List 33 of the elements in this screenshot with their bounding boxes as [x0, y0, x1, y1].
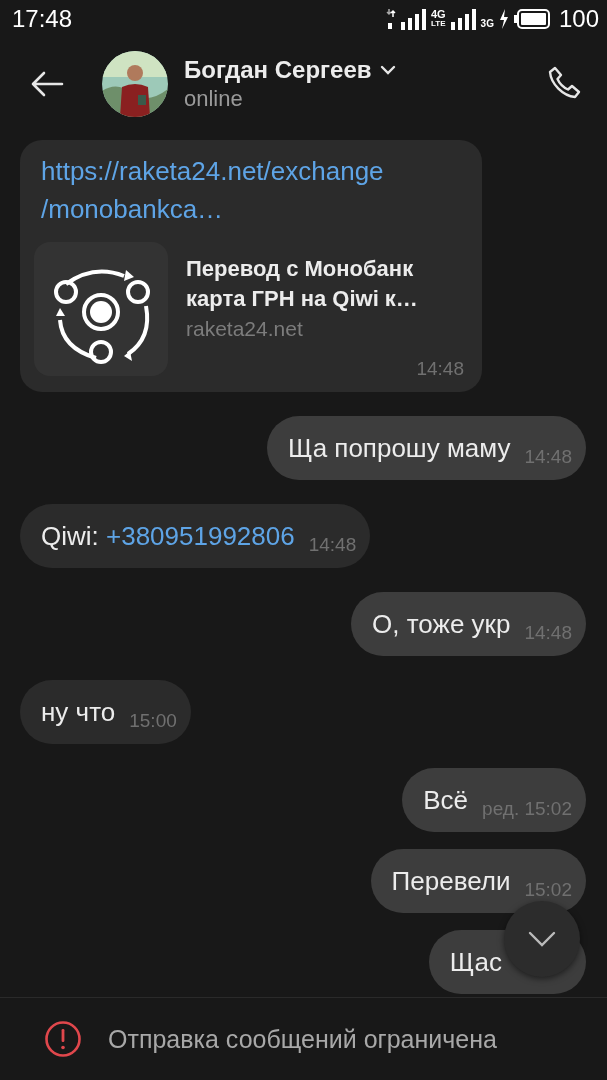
clock-time: 17:48: [12, 5, 73, 33]
message-link[interactable]: https://raketa24.net/exchange: [34, 152, 464, 190]
signal-icon: [400, 8, 426, 30]
message-time: 14:48: [416, 358, 464, 380]
message-text: ну что: [41, 696, 116, 728]
battery-level: 100: [558, 5, 599, 33]
contact-name: Богдан Сергеев: [184, 56, 372, 84]
restriction-notice: Отправка сообщений ограничена: [108, 1024, 497, 1054]
back-icon[interactable]: [30, 71, 64, 97]
battery-icon: [513, 9, 550, 29]
network-label: LTE: [431, 19, 446, 29]
charging-icon: [498, 9, 509, 29]
message-text: Qiwi: +380951992806: [41, 520, 295, 552]
signal-icon: [450, 8, 476, 30]
message-time: 15:00: [129, 710, 177, 732]
contact-status: online: [184, 86, 244, 112]
preview-title: Перевод с Монобанк карта ГРН на Qiwi к…: [186, 255, 419, 313]
alert-icon: [44, 1020, 82, 1058]
message-text: О, тоже укр: [372, 608, 511, 640]
message-text: Перевели: [391, 865, 511, 897]
chevron-down-icon: [528, 931, 556, 947]
data-arrows-icon: [385, 7, 396, 31]
message-text: Щас: [449, 946, 502, 978]
network-label: 4G: [430, 9, 446, 19]
network-label: 3G: [480, 18, 494, 29]
phone-link[interactable]: +380951992806: [106, 520, 295, 551]
message-link[interactable]: /monobankca…: [34, 190, 464, 228]
message-time: 14:48: [308, 534, 357, 556]
chevron-down-icon[interactable]: [379, 65, 396, 75]
currency-exchange-icon: [34, 242, 168, 376]
message-text: Ща попрошу маму: [287, 432, 511, 464]
preview-site: raketa24.net: [186, 316, 304, 342]
message-text: Всё: [423, 784, 469, 816]
